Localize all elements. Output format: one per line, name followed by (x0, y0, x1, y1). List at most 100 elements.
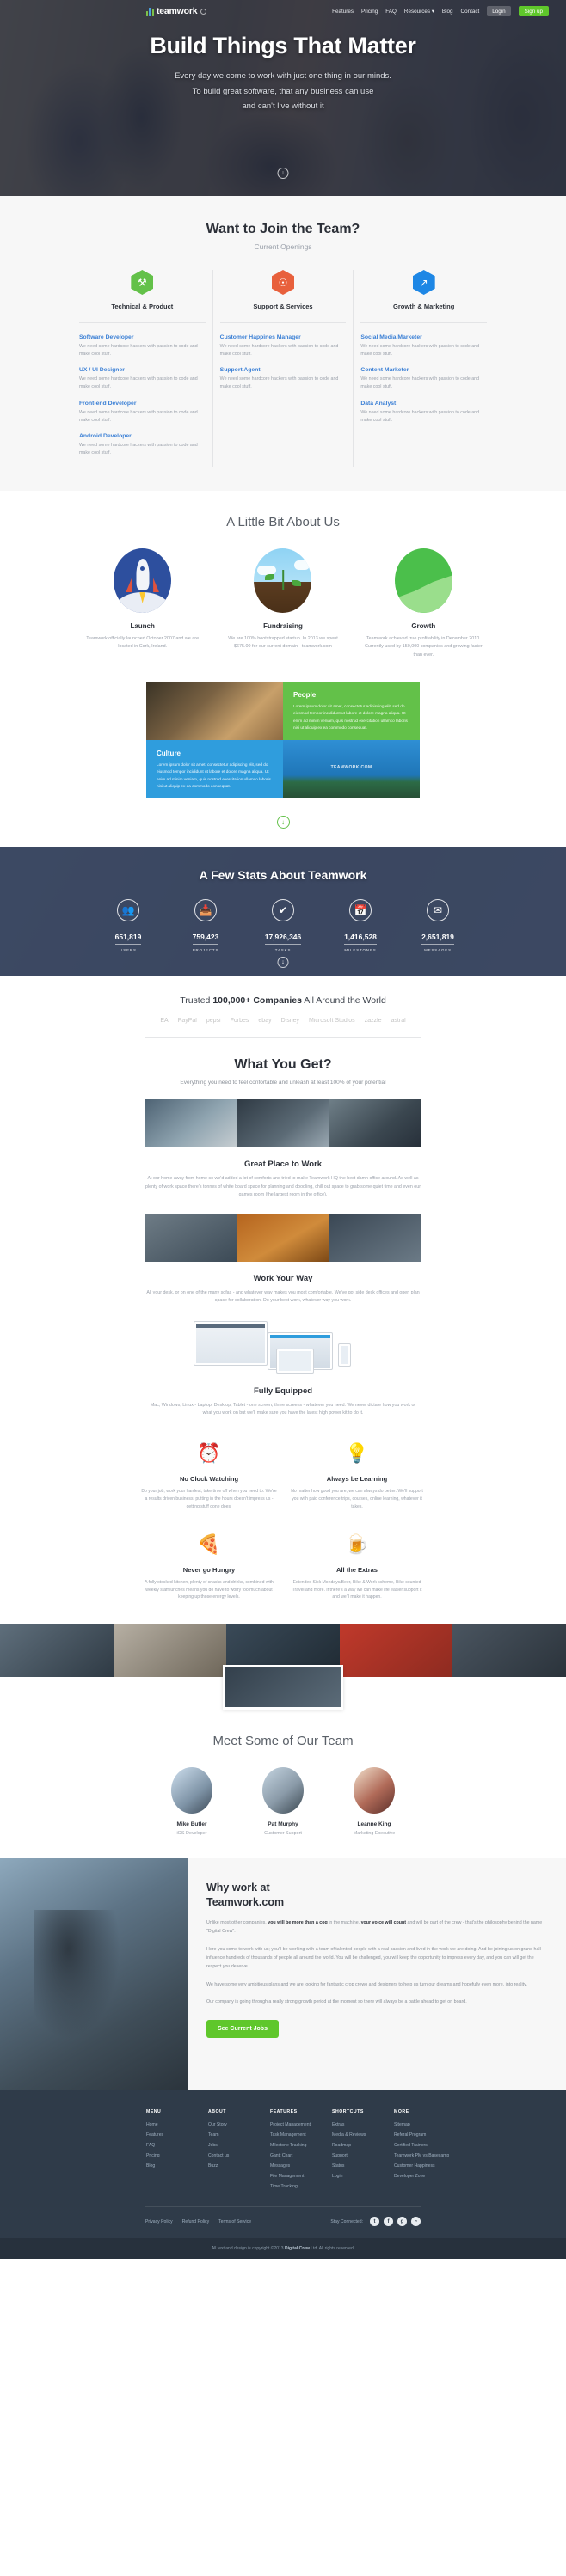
footer-link-login[interactable]: Login (332, 2174, 394, 2179)
job-title-link[interactable]: UX / UI Designer (79, 367, 206, 373)
copyright-pre: All text and design is copyright ©2013 (211, 2246, 285, 2252)
footer-legal-links: Privacy Policy Refund Policy Terms of Se… (145, 2219, 251, 2224)
member-name: Pat Murphy (268, 1821, 298, 1828)
job-item[interactable]: UX / UI Designer We need some hardcore h… (79, 367, 206, 390)
nav-item-blog[interactable]: Blog (442, 9, 453, 15)
footer-link-certified-trainers[interactable]: Certified Trainers (394, 2143, 456, 2148)
team-member: Mike Butler iOS Developer (160, 1767, 224, 1836)
job-title-link[interactable]: Software Developer (79, 334, 206, 340)
job-column-support: ☉ Support & Services Customer Happines M… (212, 270, 354, 467)
facebook-icon[interactable]: f (384, 2217, 393, 2227)
footer-link-customer-happiness[interactable]: Customer Happiness (394, 2163, 456, 2169)
nav-item-pricing[interactable]: Pricing (361, 9, 378, 15)
footer-link-messages[interactable]: Messages (270, 2163, 332, 2169)
workspace-photo (145, 1213, 237, 1262)
why-lead-paragraph: Unlike most other companies, you will be… (206, 1918, 545, 1937)
gallery-featured-photo (223, 1665, 343, 1710)
footer-link-jobs[interactable]: Jobs (208, 2143, 270, 2148)
brand-logo[interactable]: teamwork (146, 6, 207, 16)
job-item[interactable]: Social Media Marketer We need some hardc… (360, 334, 487, 358)
footer-link-faq[interactable]: FAQ (146, 2143, 208, 2148)
job-item[interactable]: Android Developer We need some hardcore … (79, 433, 206, 456)
job-item[interactable]: Customer Happines Manager We need some h… (220, 334, 347, 358)
about-columns: Launch Teamwork officially launched Octo… (72, 548, 494, 659)
footer-link-team[interactable]: Team (208, 2132, 270, 2138)
footer-link-media-reviews[interactable]: Media & Reviews (332, 2132, 394, 2138)
footer-link-developer-zone[interactable]: Developer Zone (394, 2174, 456, 2179)
job-title-link[interactable]: Support Agent (220, 367, 347, 373)
footer-link-refund-policy[interactable]: Refund Policy (182, 2219, 209, 2224)
job-item[interactable]: Data Analyst We need some hardcore hacke… (360, 401, 487, 424)
footer-link-roadmap[interactable]: Roadmap (332, 2143, 394, 2148)
client-logos: EA PayPal pepsi Forbes ebay Disney Micro… (0, 1018, 566, 1024)
twitter-icon[interactable]: t (370, 2217, 379, 2227)
footer-link-blog[interactable]: Blog (146, 2163, 208, 2169)
footer-link-milestone-tracking[interactable]: Milestone Tracking (270, 2143, 332, 2148)
stat-label: TASKS (274, 948, 292, 953)
signup-button[interactable]: Sign up (518, 6, 549, 16)
footer-link-gantt-chart[interactable]: Gantt Chart (270, 2153, 332, 2158)
footer-link-home[interactable]: Home (146, 2122, 208, 2127)
footer-link-pricing[interactable]: Pricing (146, 2153, 208, 2158)
job-title-link[interactable]: Customer Happines Manager (220, 334, 347, 340)
footer-link-support[interactable]: Support (332, 2153, 394, 2158)
job-desc: We need some hardcore hackers with passi… (360, 344, 480, 357)
hero-scroll-down-icon[interactable]: ↓ (277, 168, 289, 179)
job-column-header: ⚒ Technical & Product (79, 270, 206, 323)
logo-microsoft-studios: Microsoft Studios (309, 1018, 355, 1025)
office-photo-band (145, 1099, 421, 1148)
perk-text: A fully stocked kitchen, plenty of snack… (145, 1579, 274, 1600)
job-title-link[interactable]: Content Marketer (360, 367, 487, 373)
footer-link-our-story[interactable]: Our Story (208, 2122, 270, 2127)
footer-link-sitemap[interactable]: Sitemap (394, 2122, 456, 2127)
footer-link-extras[interactable]: Extras (332, 2122, 394, 2127)
footer-link-features[interactable]: Features (146, 2132, 208, 2138)
job-title-link[interactable]: Data Analyst (360, 401, 487, 407)
footer-link-time-tracking[interactable]: Time Tracking (270, 2184, 332, 2189)
job-item[interactable]: Front-end Developer We need some hardcor… (79, 401, 206, 424)
footer-link-terms-of-service[interactable]: Terms of Service (218, 2219, 251, 2224)
footer-link-privacy-policy[interactable]: Privacy Policy (145, 2219, 173, 2224)
stats-scroll-down-icon[interactable]: ↓ (277, 957, 289, 969)
people-photo (146, 682, 283, 741)
about-section: A Little Bit About Us Launch Teamwork of… (0, 490, 566, 848)
perk-text: No matter how good you are, we can alway… (291, 1488, 423, 1509)
job-item[interactable]: Content Marketer We need some hardcore h… (360, 367, 487, 390)
footer-link-status[interactable]: Status (332, 2163, 394, 2169)
member-role: Customer Support (264, 1831, 302, 1837)
footer-link-project-management[interactable]: Project Management (270, 2122, 332, 2127)
job-desc: We need some hardcore hackers with passi… (219, 376, 339, 390)
about-item-title: Growth (411, 621, 436, 630)
footer-link-contact-us[interactable]: Contact us (208, 2153, 270, 2158)
nav-item-contact[interactable]: Contact (461, 9, 480, 15)
copyright-post: Ltd. All rights reserved. (309, 2246, 355, 2252)
lightbulb-icon: 💡 (345, 1441, 369, 1464)
job-title-link[interactable]: Front-end Developer (79, 401, 206, 407)
why-work-title: Why work at Teamwork.com (206, 1881, 545, 1910)
job-item[interactable]: Support Agent We need some hardcore hack… (220, 367, 347, 390)
stat-tasks: ✔ 17,926,346 TASKS (252, 899, 314, 952)
google-plus-icon[interactable]: g (397, 2217, 407, 2227)
job-title-link[interactable]: Social Media Marketer (360, 334, 487, 340)
footer-link-buzz[interactable]: Buzz (208, 2163, 270, 2169)
nav-item-faq[interactable]: FAQ (385, 9, 397, 15)
footer-heading: FEATURES (270, 2109, 298, 2115)
job-item[interactable]: Software Developer We need some hardcore… (79, 334, 206, 358)
nav-item-features[interactable]: Features (332, 9, 354, 15)
avatar (171, 1767, 212, 1814)
rss-icon[interactable]: ◔ (411, 2217, 421, 2227)
job-list: Social Media Marketer We need some hardc… (360, 323, 487, 424)
footer-link-referal-program[interactable]: Referal Program (394, 2132, 456, 2138)
stat-label: PROJECTS (192, 948, 219, 953)
footer-link-vs-basecamp[interactable]: Teamwork PM vs Basecamp (394, 2153, 456, 2158)
growth-chart-icon (394, 548, 452, 613)
what-you-get-subtitle: Everything you need to feel confortable … (180, 1080, 386, 1086)
footer-link-file-management[interactable]: File Management (270, 2174, 332, 2179)
job-column-growth: ↗ Growth & Marketing Social Media Market… (353, 270, 494, 467)
job-title-link[interactable]: Android Developer (79, 433, 206, 439)
nav-item-resources[interactable]: Resources ▾ (404, 9, 434, 15)
footer-link-task-management[interactable]: Task Management (270, 2132, 332, 2138)
login-button[interactable]: Login (487, 6, 511, 16)
about-scroll-down-icon[interactable]: ↓ (276, 816, 290, 829)
see-current-jobs-button[interactable]: See Current Jobs (206, 2020, 279, 2039)
